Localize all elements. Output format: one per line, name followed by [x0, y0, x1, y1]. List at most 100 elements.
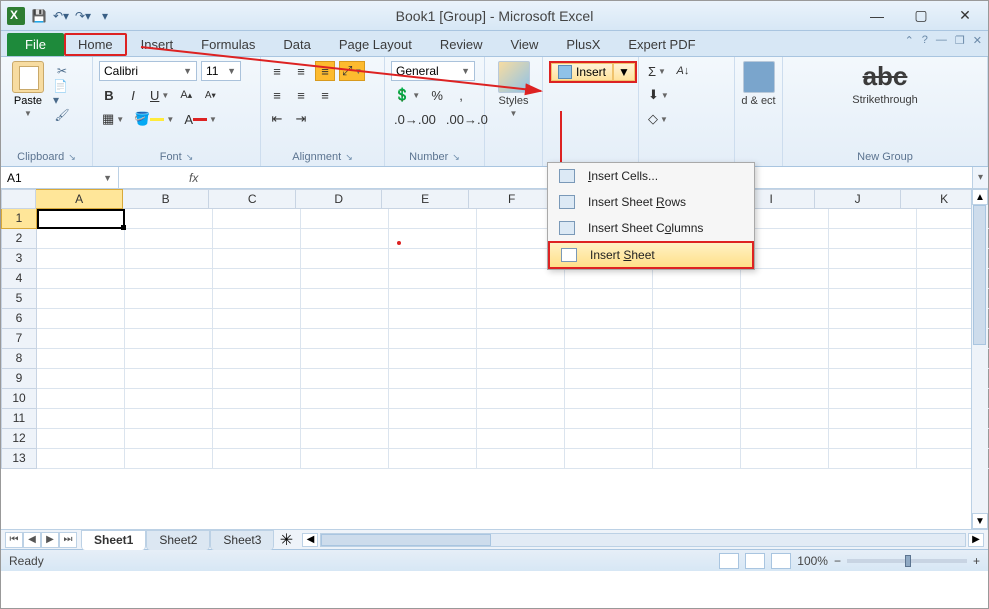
accounting-format-button[interactable]: 💲▼ — [391, 85, 423, 105]
workbook-close-icon[interactable]: ✕ — [973, 34, 982, 47]
close-button[interactable] — [956, 7, 974, 25]
tab-insert[interactable]: Insert — [127, 33, 188, 56]
tab-formulas[interactable]: Formulas — [187, 33, 269, 56]
fill-button[interactable]: ⬇▼ — [645, 85, 672, 105]
scroll-right-icon[interactable]: ▶ — [968, 533, 984, 547]
tab-data[interactable]: Data — [269, 33, 324, 56]
alignment-dialog-icon[interactable]: ↘ — [345, 152, 353, 163]
fill-color-button[interactable]: 🪣▼ — [131, 109, 177, 129]
row-header[interactable]: 10 — [1, 389, 37, 409]
bold-button[interactable]: B — [99, 85, 119, 105]
zoom-level[interactable]: 100% — [797, 554, 828, 568]
formula-bar[interactable]: fx — [119, 167, 972, 188]
normal-view-icon[interactable] — [719, 553, 739, 569]
horizontal-scrollbar[interactable]: ◀ ▶ — [298, 533, 988, 547]
row-header[interactable]: 3 — [1, 249, 37, 269]
undo-icon[interactable]: ↶▾ — [53, 8, 69, 24]
row-header[interactable]: 12 — [1, 429, 37, 449]
align-center-button[interactable]: ≡ — [291, 85, 311, 105]
column-header[interactable]: E — [382, 189, 469, 209]
column-header[interactable]: D — [296, 189, 383, 209]
comma-button[interactable]: , — [451, 85, 471, 105]
scroll-up-icon[interactable]: ▲ — [972, 189, 988, 205]
formula-bar-expand-icon[interactable]: ▾ — [972, 167, 988, 188]
minimize-button[interactable] — [868, 7, 886, 25]
page-break-view-icon[interactable] — [771, 553, 791, 569]
sheet-nav-prev-icon[interactable]: ◀ — [23, 532, 41, 548]
clear-button[interactable]: ◇▼ — [645, 109, 671, 129]
sheet-nav-next-icon[interactable]: ▶ — [41, 532, 59, 548]
help-icon[interactable]: ? — [922, 34, 928, 47]
row-header[interactable]: 7 — [1, 329, 37, 349]
copy-icon[interactable]: 📄▾ — [53, 85, 71, 101]
increase-indent-button[interactable]: ⇥ — [291, 109, 311, 129]
percent-button[interactable]: % — [427, 85, 447, 105]
decrease-decimal-button[interactable]: .00→.0 — [443, 109, 491, 129]
active-cell[interactable] — [37, 209, 125, 229]
row-header[interactable]: 5 — [1, 289, 37, 309]
font-name-combo[interactable]: Calibri▼ — [99, 61, 197, 81]
orientation-button[interactable]: ⤢▼ — [339, 61, 365, 81]
insert-dropdown-icon[interactable]: ▼ — [613, 63, 635, 81]
vertical-scrollbar[interactable]: ▲ ▼ — [971, 189, 988, 529]
sheet-tab-2[interactable]: Sheet2 — [146, 530, 210, 550]
row-header[interactable]: 8 — [1, 349, 37, 369]
number-format-combo[interactable]: General▼ — [391, 61, 475, 81]
column-header[interactable]: B — [123, 189, 210, 209]
new-sheet-icon[interactable]: ✳ — [274, 530, 298, 550]
row-header[interactable]: 9 — [1, 369, 37, 389]
align-top-button[interactable]: ≡ — [267, 61, 287, 81]
tab-review[interactable]: Review — [426, 33, 497, 56]
sort-filter-button[interactable]: A↓ — [673, 61, 693, 81]
vscroll-thumb[interactable] — [973, 205, 986, 345]
row-header[interactable]: 4 — [1, 269, 37, 289]
fx-icon[interactable]: fx — [189, 171, 198, 185]
italic-button[interactable]: I — [123, 85, 143, 105]
decrease-indent-button[interactable]: ⇤ — [267, 109, 287, 129]
column-header[interactable]: F — [469, 189, 556, 209]
column-header[interactable]: A — [36, 189, 123, 209]
autosum-button[interactable]: Σ▼ — [645, 61, 669, 81]
tab-plusx[interactable]: PlusX — [552, 33, 614, 56]
increase-decimal-button[interactable]: .0→.00 — [391, 109, 439, 129]
tab-home[interactable]: Home — [64, 33, 127, 56]
sheet-tab-1[interactable]: Sheet1 — [81, 530, 146, 550]
scroll-down-icon[interactable]: ▼ — [972, 513, 988, 529]
insert-split-button[interactable]: Insert ▼ — [549, 61, 637, 83]
tab-view[interactable]: View — [496, 33, 552, 56]
redo-icon[interactable]: ↷▾ — [75, 8, 91, 24]
column-header[interactable]: C — [209, 189, 296, 209]
tab-page-layout[interactable]: Page Layout — [325, 33, 426, 56]
borders-button[interactable]: ▦▼ — [99, 109, 127, 129]
workbook-minimize-icon[interactable]: — — [936, 34, 947, 47]
number-dialog-icon[interactable]: ↘ — [452, 152, 460, 163]
row-header[interactable]: 11 — [1, 409, 37, 429]
find-select-button[interactable]: d & ect — [741, 61, 776, 107]
menu-insert-columns[interactable]: Insert Sheet Columns — [548, 215, 754, 241]
underline-button[interactable]: U▼ — [147, 85, 172, 105]
column-header[interactable]: J — [815, 189, 902, 209]
zoom-out-icon[interactable]: − — [834, 554, 841, 568]
tab-expert-pdf[interactable]: Expert PDF — [614, 33, 709, 56]
save-icon[interactable]: 💾 — [31, 8, 47, 24]
align-right-button[interactable]: ≡ — [315, 85, 335, 105]
cut-icon[interactable]: ✂ — [53, 63, 71, 79]
font-color-button[interactable]: A▼ — [181, 109, 220, 129]
menu-insert-cells[interactable]: Insert Cells... — [548, 163, 754, 189]
sheet-nav-first-icon[interactable]: ⏮ — [5, 532, 23, 548]
page-layout-view-icon[interactable] — [745, 553, 765, 569]
ribbon-minimize-icon[interactable]: ⌃ — [905, 34, 914, 47]
maximize-button[interactable] — [912, 7, 930, 25]
qat-customize-icon[interactable]: ▾ — [97, 8, 113, 24]
align-middle-button[interactable]: ≡ — [291, 61, 311, 81]
row-header[interactable]: 1 — [1, 209, 37, 229]
align-left-button[interactable]: ≡ — [267, 85, 287, 105]
shrink-font-button[interactable]: A▾ — [200, 85, 220, 105]
row-header[interactable]: 13 — [1, 449, 37, 469]
sheet-tab-3[interactable]: Sheet3 — [210, 530, 274, 550]
paste-button[interactable]: Paste ▼ — [7, 61, 49, 118]
font-dialog-icon[interactable]: ↘ — [186, 152, 194, 163]
zoom-slider[interactable] — [847, 559, 967, 563]
clipboard-dialog-icon[interactable]: ↘ — [68, 152, 76, 163]
zoom-in-icon[interactable]: + — [973, 554, 980, 568]
